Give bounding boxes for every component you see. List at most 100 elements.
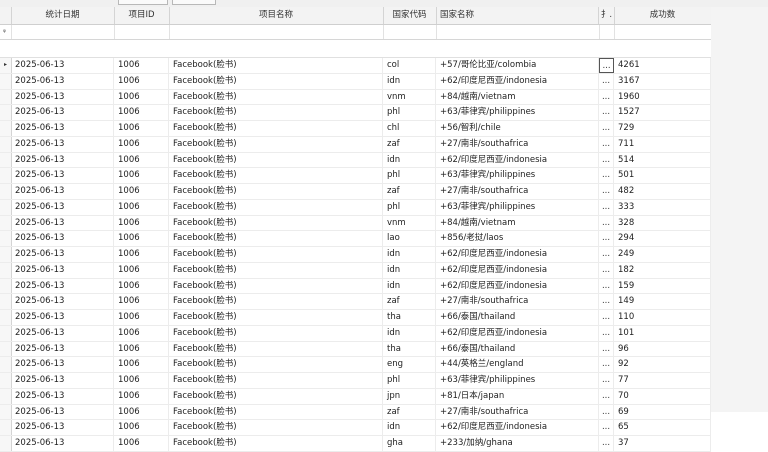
cell-date[interactable]: 2025-06-13: [11, 152, 114, 168]
cell-pname[interactable]: Facebook(脸书): [169, 325, 383, 341]
cell-pname[interactable]: Facebook(脸书): [169, 199, 383, 215]
cell-code[interactable]: phl: [383, 168, 436, 183]
cell-date[interactable]: 2025-06-13: [11, 231, 114, 246]
table-row[interactable]: 2025-06-13 1006 Facebook(脸书) gha +233/加纳/gha…: [0, 436, 711, 452]
row-ellipsis-button[interactable]: ...: [599, 58, 614, 73]
cell-country[interactable]: +27/南非/southafrica: [436, 294, 599, 309]
cell-country[interactable]: +66/泰国/thailand: [436, 310, 599, 325]
cell-code[interactable]: zaf: [383, 294, 436, 309]
row-ellipsis-button[interactable]: ...: [599, 278, 614, 294]
cell-date[interactable]: 2025-06-13: [11, 420, 114, 435]
cell-country[interactable]: +66/泰国/thailand: [436, 341, 599, 357]
cell-pid[interactable]: 1006: [114, 105, 169, 120]
cell-code[interactable]: idn: [383, 278, 436, 294]
cell-code[interactable]: zaf: [383, 136, 436, 152]
row-ellipsis-button[interactable]: ...: [599, 89, 614, 105]
cell-pname[interactable]: Facebook(脸书): [169, 89, 383, 105]
header-success-count[interactable]: 成功数: [614, 7, 712, 24]
cell-code[interactable]: tha: [383, 341, 436, 357]
cell-count[interactable]: 729: [614, 121, 711, 136]
header-country-name[interactable]: 国家名称: [436, 7, 599, 24]
cell-count[interactable]: 101: [614, 325, 711, 341]
table-row[interactable]: ▸ 2025-06-13 1006 Facebook(脸书) col +57/哥伦比亚/c…: [0, 58, 711, 74]
cell-pname[interactable]: Facebook(脸书): [169, 388, 383, 404]
filter-cell-country-name[interactable]: [436, 25, 600, 39]
toolbar-button[interactable]: [118, 0, 168, 5]
cell-pname[interactable]: Facebook(脸书): [169, 341, 383, 357]
table-row[interactable]: 2025-06-13 1006 Facebook(脸书) phl +63/菲律宾/phi…: [0, 105, 711, 121]
cell-pname[interactable]: Facebook(脸书): [169, 136, 383, 152]
cell-pname[interactable]: Facebook(脸书): [169, 73, 383, 89]
cell-count[interactable]: 149: [614, 294, 711, 309]
cell-count[interactable]: 1960: [614, 89, 711, 105]
row-ellipsis-button[interactable]: ...: [599, 357, 614, 372]
table-row[interactable]: 2025-06-13 1006 Facebook(脸书) jpn +81/日本/japa…: [0, 388, 711, 405]
table-row[interactable]: 2025-06-13 1006 Facebook(脸书) tha +66/泰国/thai…: [0, 341, 711, 358]
cell-country[interactable]: +62/印度尼西亚/indonesia: [436, 420, 599, 435]
cell-pid[interactable]: 1006: [114, 168, 169, 183]
cell-count[interactable]: 514: [614, 152, 711, 168]
cell-count[interactable]: 333: [614, 199, 711, 215]
table-row[interactable]: 2025-06-13 1006 Facebook(脸书) idn +62/印度尼西亚/i…: [0, 420, 711, 436]
cell-pid[interactable]: 1006: [114, 436, 169, 451]
table-row[interactable]: 2025-06-13 1006 Facebook(脸书) vnm +84/越南/viet…: [0, 215, 711, 232]
cell-code[interactable]: zaf: [383, 184, 436, 199]
table-row[interactable]: 2025-06-13 1006 Facebook(脸书) zaf +27/南非/sout…: [0, 136, 711, 153]
table-row[interactable]: 2025-06-13 1006 Facebook(脸书) idn +62/印度尼西亚/i…: [0, 278, 711, 295]
row-ellipsis-button[interactable]: ...: [599, 420, 614, 435]
table-row[interactable]: 2025-06-13 1006 Facebook(脸书) chl +56/智利/chil…: [0, 121, 711, 137]
cell-pid[interactable]: 1006: [114, 373, 169, 388]
cell-code[interactable]: idn: [383, 420, 436, 435]
cell-pname[interactable]: Facebook(脸书): [169, 310, 383, 325]
cell-pname[interactable]: Facebook(脸书): [169, 278, 383, 294]
cell-code[interactable]: chl: [383, 121, 436, 136]
filter-cell-ops[interactable]: [599, 25, 615, 39]
row-ellipsis-button[interactable]: ...: [599, 73, 614, 89]
cell-pname[interactable]: Facebook(脸书): [169, 373, 383, 388]
cell-date[interactable]: 2025-06-13: [11, 357, 114, 372]
cell-count[interactable]: 328: [614, 215, 711, 231]
cell-code[interactable]: tha: [383, 310, 436, 325]
table-row[interactable]: 2025-06-13 1006 Facebook(脸书) idn +62/印度尼西亚/i…: [0, 152, 711, 169]
cell-date[interactable]: 2025-06-13: [11, 58, 114, 73]
cell-count[interactable]: 96: [614, 341, 711, 357]
table-row[interactable]: 2025-06-13 1006 Facebook(脸书) phl +63/菲律宾/phi…: [0, 373, 711, 389]
table-row[interactable]: 2025-06-13 1006 Facebook(脸书) phl +63/菲律宾/phi…: [0, 199, 711, 216]
cell-count[interactable]: 182: [614, 262, 711, 278]
cell-code[interactable]: idn: [383, 73, 436, 89]
cell-pname[interactable]: Facebook(脸书): [169, 121, 383, 136]
row-ellipsis-button[interactable]: ...: [599, 262, 614, 278]
cell-pname[interactable]: Facebook(脸书): [169, 294, 383, 309]
cell-pname[interactable]: Facebook(脸书): [169, 231, 383, 246]
cell-country[interactable]: +62/印度尼西亚/indonesia: [436, 325, 599, 341]
cell-date[interactable]: 2025-06-13: [11, 341, 114, 357]
cell-date[interactable]: 2025-06-13: [11, 136, 114, 152]
cell-date[interactable]: 2025-06-13: [11, 294, 114, 309]
filter-cell-date[interactable]: [11, 25, 115, 39]
row-ellipsis-button[interactable]: ...: [599, 373, 614, 388]
cell-date[interactable]: 2025-06-13: [11, 388, 114, 404]
cell-country[interactable]: +62/印度尼西亚/indonesia: [436, 152, 599, 168]
cell-country[interactable]: +84/越南/vietnam: [436, 215, 599, 231]
cell-code[interactable]: idn: [383, 247, 436, 262]
cell-country[interactable]: +62/印度尼西亚/indonesia: [436, 262, 599, 278]
cell-count[interactable]: 65: [614, 420, 711, 435]
cell-count[interactable]: 159: [614, 278, 711, 294]
cell-pname[interactable]: Facebook(脸书): [169, 436, 383, 451]
header-project-name[interactable]: 项目名称: [169, 7, 384, 24]
cell-pname[interactable]: Facebook(脸书): [169, 58, 383, 73]
cell-pid[interactable]: 1006: [114, 121, 169, 136]
table-row[interactable]: 2025-06-13 1006 Facebook(脸书) tha +66/泰国/thai…: [0, 310, 711, 326]
cell-pid[interactable]: 1006: [114, 341, 169, 357]
cell-country[interactable]: +63/菲律宾/philippines: [436, 105, 599, 120]
row-ellipsis-button[interactable]: ...: [599, 215, 614, 231]
row-ellipsis-button[interactable]: ...: [599, 121, 614, 136]
cell-count[interactable]: 482: [614, 184, 711, 199]
table-row[interactable]: 2025-06-13 1006 Facebook(脸书) idn +62/印度尼西亚/i…: [0, 73, 711, 90]
cell-date[interactable]: 2025-06-13: [11, 278, 114, 294]
cell-date[interactable]: 2025-06-13: [11, 168, 114, 183]
cell-country[interactable]: +63/菲律宾/philippines: [436, 199, 599, 215]
cell-pid[interactable]: 1006: [114, 199, 169, 215]
cell-pname[interactable]: Facebook(脸书): [169, 105, 383, 120]
cell-country[interactable]: +62/印度尼西亚/indonesia: [436, 247, 599, 262]
